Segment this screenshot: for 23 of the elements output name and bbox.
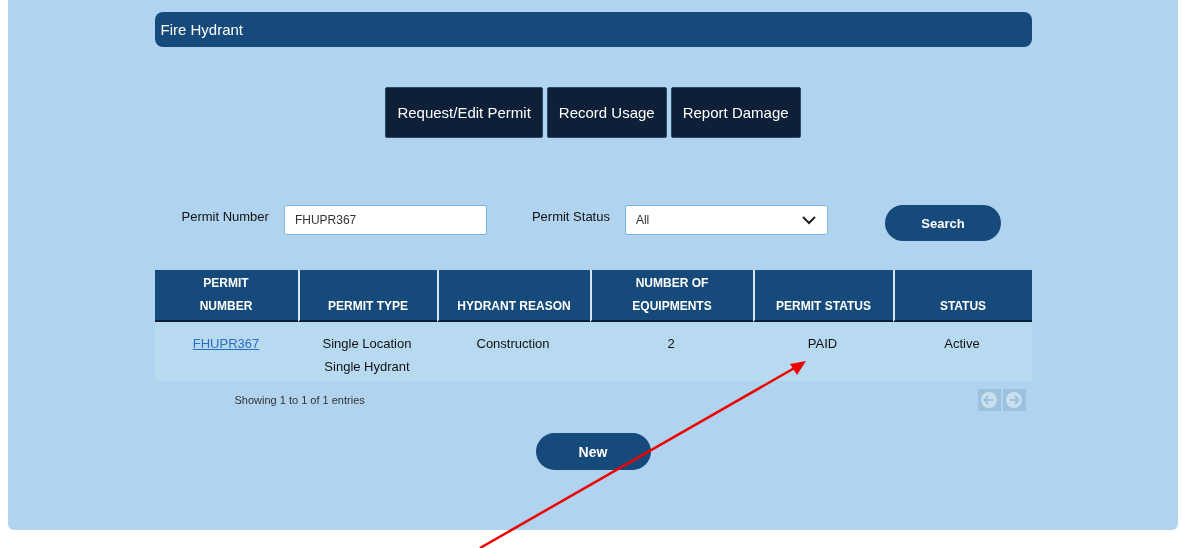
- search-button[interactable]: Search: [884, 205, 1001, 241]
- permit-number-field[interactable]: FHUPR367: [283, 205, 487, 235]
- column-header: PERMIT NUMBER: [198, 275, 254, 315]
- page-title: Fire Hydrant: [154, 12, 1032, 47]
- column-header: NUMBER OF EQUIPMENTS: [631, 275, 713, 315]
- new-button[interactable]: New: [535, 433, 651, 470]
- table-cell-text: Single Location Single Hydrant: [321, 335, 413, 376]
- column-header: PERMIT STATUS: [776, 298, 871, 315]
- status-dropdown[interactable]: All: [624, 205, 828, 235]
- table-cell-text: Active: [944, 335, 980, 353]
- chevron-down-icon: [800, 215, 817, 225]
- action-button[interactable]: Report Damage: [670, 87, 801, 138]
- entries-info: Showing 1 to 1 of 1 entries: [234, 394, 365, 406]
- action-button[interactable]: Request/Edit Permit: [385, 87, 543, 138]
- table-cell-text: Construction: [476, 335, 550, 353]
- field-label: Permit Number: [181, 209, 269, 224]
- table-cell-text: 2: [667, 335, 675, 353]
- action-button[interactable]: Record Usage: [546, 87, 667, 138]
- field-label: Permit Status: [531, 209, 610, 224]
- table-cell-text: PAID: [807, 335, 838, 353]
- column-header: PERMIT TYPE: [328, 298, 408, 315]
- column-header: STATUS: [939, 298, 987, 315]
- column-header: HYDRANT REASON: [457, 298, 571, 315]
